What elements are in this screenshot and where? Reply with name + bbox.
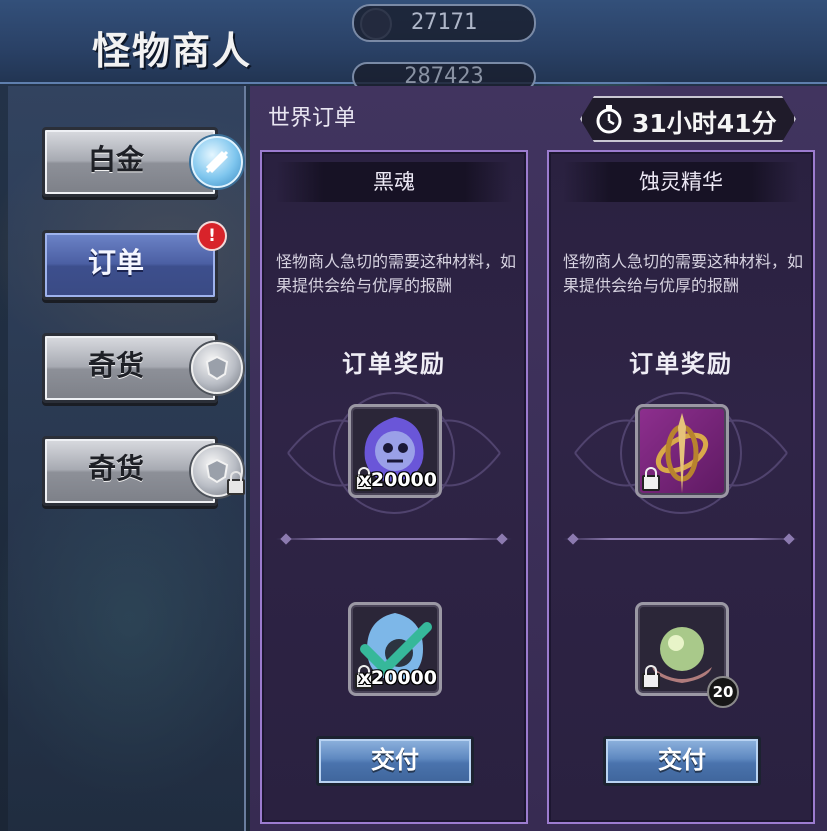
page-title: 怪物商人 <box>92 29 253 73</box>
panel-title: 世界订单 <box>268 106 357 131</box>
panel-header: 世界订单 31小时41分 <box>250 86 827 142</box>
silver-coin-icon <box>191 342 243 394</box>
lock-icon <box>642 665 660 689</box>
order-card: 蚀灵精华 怪物商人急切的需要这种材料，如果提供会给与优厚的报酬 订单奖励 20 … <box>547 150 815 824</box>
reward-item-slot[interactable]: x20000 <box>348 602 442 696</box>
currency-counter: 27171 <box>352 4 536 42</box>
nav-tab-label: 奇货 <box>87 452 144 485</box>
platinum-coin-icon <box>191 136 243 188</box>
nav-tab-label: 白金 <box>87 143 144 176</box>
world-orders-panel: 世界订单 31小时41分 黑魂 怪物商人急切的需要这种材料，如果提供会给与优厚的… <box>250 86 827 831</box>
order-material-name: 蚀灵精华 <box>563 162 799 202</box>
nav-tab-label: 订单 <box>87 246 144 279</box>
reward-item-slot[interactable]: x20000 <box>348 404 442 498</box>
timer-text: 31小时41分 <box>632 109 777 138</box>
side-nav: 白金 订单 ! 奇货 奇货 <box>8 86 246 831</box>
top-bar: 怪物商人 27171 287423 <box>0 0 827 92</box>
divider <box>276 538 512 540</box>
lock-icon <box>642 467 660 491</box>
item-count-badge: 20 <box>707 676 739 708</box>
countdown-timer: 31小时41分 <box>580 96 796 142</box>
nav-tab-curios[interactable]: 奇货 <box>42 333 243 403</box>
item-quantity: x20000 <box>358 667 437 689</box>
alert-icon: ! <box>197 221 227 251</box>
nav-tab-curios-locked[interactable]: 奇货 <box>42 436 245 506</box>
lock-icon <box>227 471 245 495</box>
nav-tab-orders[interactable]: 订单 ! <box>42 221 227 300</box>
stopwatch-icon <box>594 104 624 134</box>
item-quantity: x20000 <box>358 469 437 491</box>
order-description: 怪物商人急切的需要这种材料，如果提供会给与优厚的报酬 <box>276 252 517 295</box>
order-material-name: 黑魂 <box>276 162 512 202</box>
deliver-button[interactable]: 交付 <box>603 736 761 786</box>
deliver-button[interactable]: 交付 <box>316 736 474 786</box>
nav-tab-label: 奇货 <box>87 349 144 382</box>
order-card: 黑魂 怪物商人急切的需要这种材料，如果提供会给与优厚的报酬 订单奖励 x2000… <box>260 150 528 824</box>
reward-item-slot[interactable] <box>635 404 729 498</box>
reward-title: 订单奖励 <box>342 350 446 378</box>
divider <box>563 538 799 540</box>
order-description: 怪物商人急切的需要这种材料，如果提供会给与优厚的报酬 <box>563 252 804 295</box>
nav-tab-platinum[interactable]: 白金 <box>42 127 243 197</box>
reward-title: 订单奖励 <box>629 350 733 378</box>
